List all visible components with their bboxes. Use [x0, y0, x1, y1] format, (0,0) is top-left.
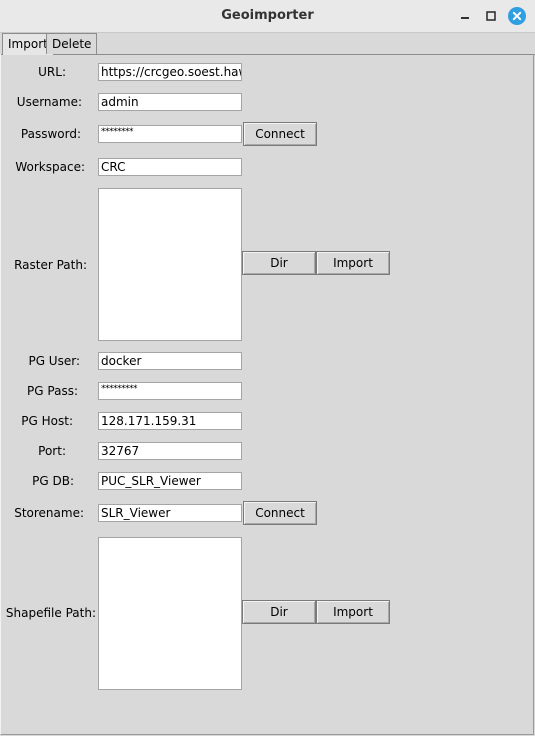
geoserver-connect-button[interactable]: Connect [243, 122, 317, 146]
storename-field[interactable]: SLR_Viewer [98, 504, 242, 522]
pg-pass-label: PG Pass: [27, 384, 78, 398]
geoimporter-window: Geoimporter Import Delete URL: https://c… [0, 0, 535, 736]
shapefile-path-label: Shapefile Path: [5, 606, 96, 620]
pg-host-label: PG Host: [21, 414, 73, 428]
pg-host-field[interactable]: 128.171.159.31 [98, 412, 242, 430]
pg-user-field[interactable]: docker [98, 352, 242, 370]
raster-dir-button[interactable]: Dir [242, 251, 316, 275]
title-bar: Geoimporter [0, 0, 535, 33]
url-field[interactable]: https://crcgeo.soest.hawaii.edu/geoserve… [98, 63, 242, 81]
username-label: Username: [16, 95, 82, 109]
workspace-label: Workspace: [15, 160, 85, 174]
pg-user-label: PG User: [28, 354, 80, 368]
pg-db-field[interactable]: PUC_SLR_Viewer [98, 472, 242, 490]
postgis-connect-button[interactable]: Connect [243, 501, 317, 525]
minimize-icon [461, 17, 469, 19]
port-label: Port: [38, 444, 66, 458]
port-field[interactable]: 32767 [98, 442, 242, 460]
password-label: Password: [20, 127, 81, 141]
url-label: URL: [38, 65, 66, 79]
tab-delete[interactable]: Delete [46, 33, 98, 54]
minimize-button[interactable] [455, 6, 475, 26]
tab-bar: Import Delete [0, 32, 535, 55]
pg-pass-field[interactable]: ********* [98, 382, 242, 400]
close-button[interactable] [507, 6, 527, 26]
storename-label: Storename: [14, 506, 84, 520]
pg-db-label: PG DB: [32, 474, 74, 488]
raster-import-button[interactable]: Import [316, 251, 390, 275]
tab-content-frame [0, 54, 534, 735]
username-field[interactable]: admin [98, 93, 242, 111]
shapefile-path-listbox[interactable] [98, 537, 242, 690]
password-field[interactable]: ******** [98, 125, 242, 143]
shapefile-dir-button[interactable]: Dir [242, 600, 316, 624]
shapefile-import-button[interactable]: Import [316, 600, 390, 624]
workspace-field[interactable]: CRC [98, 158, 242, 176]
raster-path-listbox[interactable] [98, 188, 242, 341]
maximize-icon [486, 11, 496, 21]
raster-path-label: Raster Path: [14, 258, 87, 272]
close-icon [508, 7, 526, 25]
maximize-button[interactable] [481, 6, 501, 26]
